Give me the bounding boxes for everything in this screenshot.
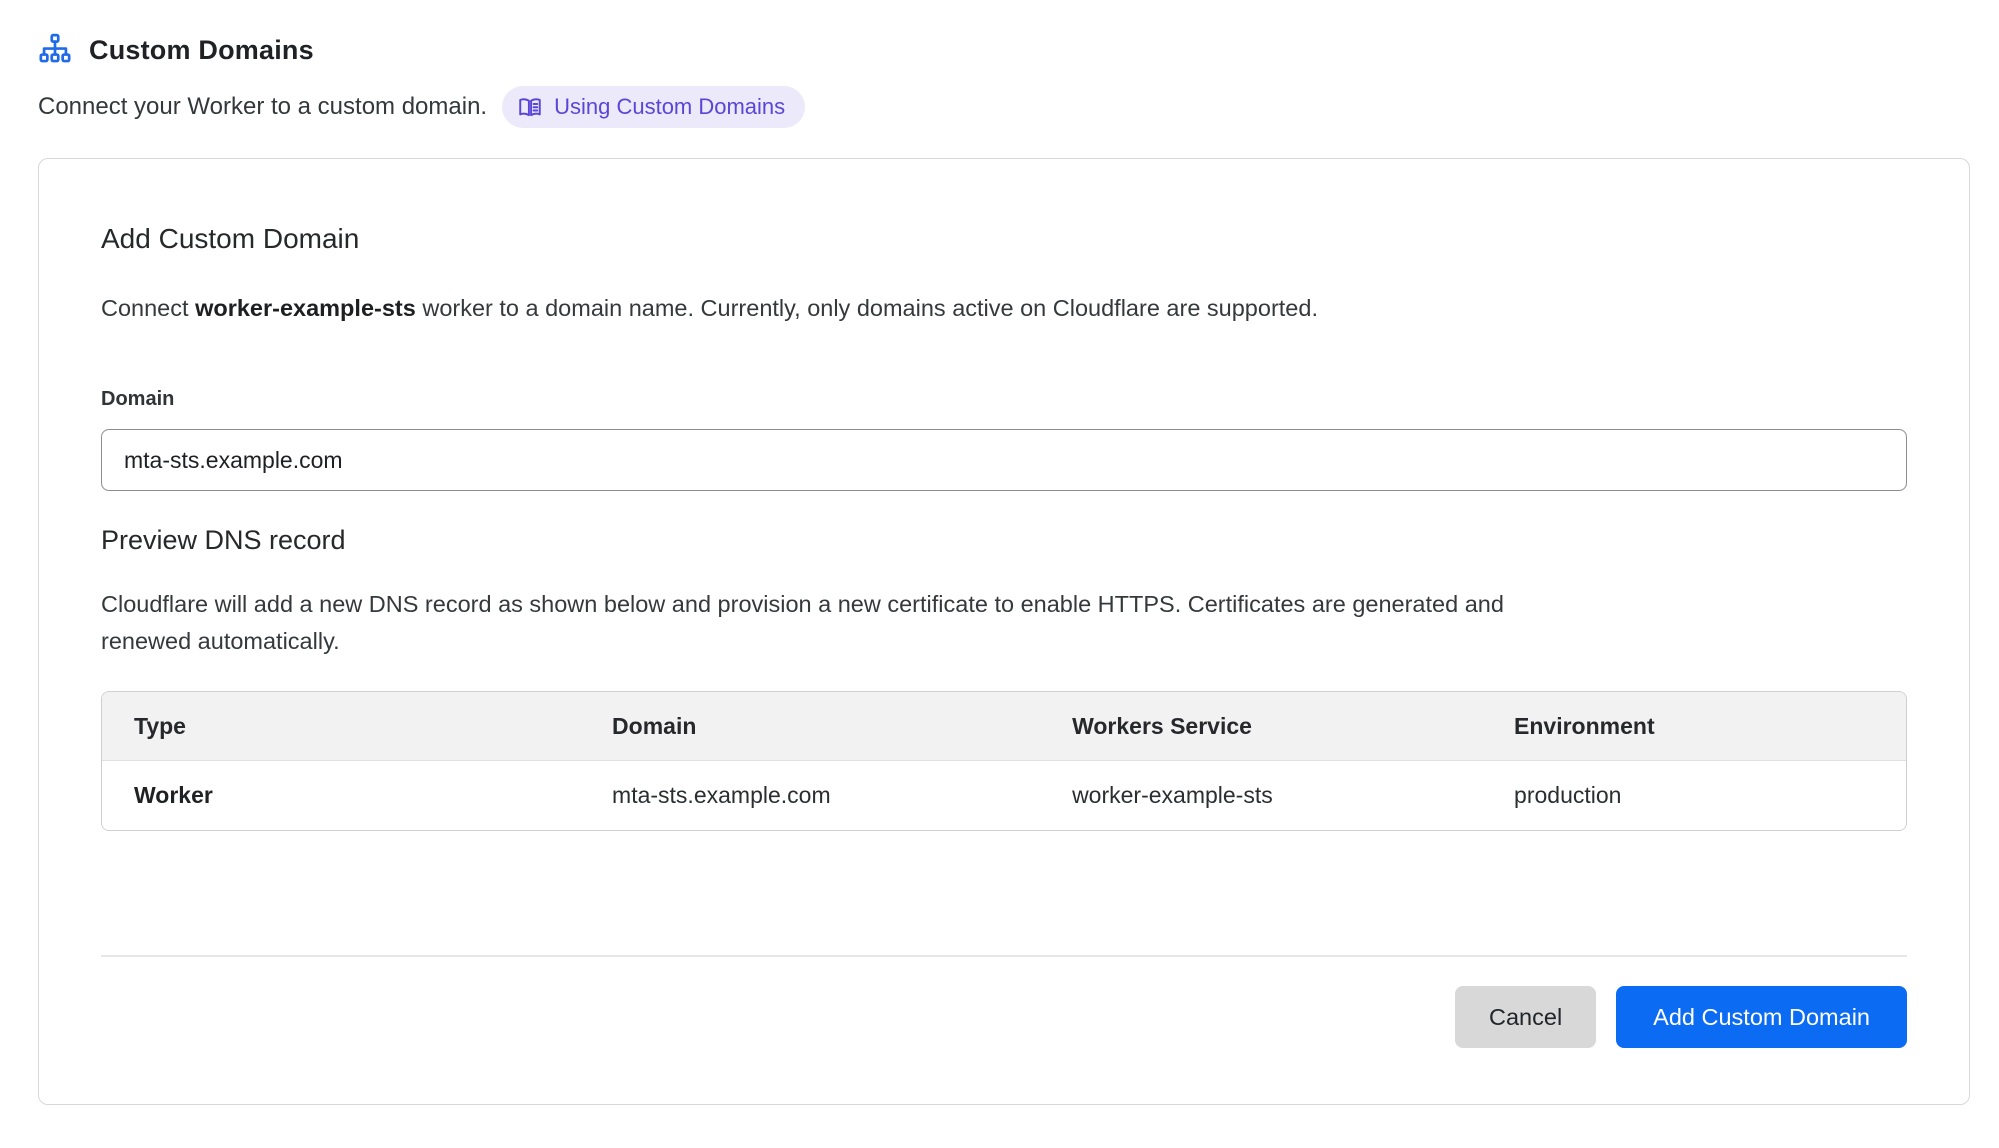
dns-preview-table: Type Domain Workers Service Environment … xyxy=(101,691,1907,831)
add-custom-domain-button[interactable]: Add Custom Domain xyxy=(1616,986,1907,1048)
add-custom-domain-card: Add Custom Domain Connect worker-example… xyxy=(38,158,1970,1105)
worker-name: worker-example-sts xyxy=(195,295,416,321)
page-title: Custom Domains xyxy=(89,35,314,66)
cancel-button[interactable]: Cancel xyxy=(1455,986,1596,1048)
table-header-environment: Environment xyxy=(1482,713,1906,740)
open-book-icon xyxy=(517,94,543,120)
domain-field-label: Domain xyxy=(101,388,1907,411)
intro-suffix: worker to a domain name. Currently, only… xyxy=(416,295,1318,321)
intro-prefix: Connect xyxy=(101,295,195,321)
page-header: Custom Domains xyxy=(38,33,1971,67)
table-header-workers-service: Workers Service xyxy=(1040,713,1482,740)
cell-domain: mta-sts.example.com xyxy=(580,782,1040,809)
docs-link-label: Using Custom Domains xyxy=(554,94,785,120)
preview-dns-heading: Preview DNS record xyxy=(101,525,1907,556)
cell-workers-service: worker-example-sts xyxy=(1040,782,1482,809)
sitemap-icon xyxy=(38,33,72,67)
page-subtitle: Connect your Worker to a custom domain. xyxy=(38,93,487,121)
cell-environment: production xyxy=(1482,782,1906,809)
table-header-type: Type xyxy=(102,713,580,740)
page-subheader: Connect your Worker to a custom domain. … xyxy=(38,86,1971,128)
table-header-row: Type Domain Workers Service Environment xyxy=(102,692,1906,761)
table-row: Worker mta-sts.example.com worker-exampl… xyxy=(102,761,1906,830)
preview-dns-description: Cloudflare will add a new DNS record as … xyxy=(101,586,1591,660)
card-heading: Add Custom Domain xyxy=(101,223,1907,255)
docs-link-using-custom-domains[interactable]: Using Custom Domains xyxy=(502,86,805,128)
card-actions: Cancel Add Custom Domain xyxy=(101,986,1907,1048)
custom-domains-page: Custom Domains Connect your Worker to a … xyxy=(0,0,1999,1105)
card-intro: Connect worker-example-sts worker to a d… xyxy=(101,292,1907,324)
cell-type: Worker xyxy=(102,782,580,809)
domain-input[interactable] xyxy=(101,429,1907,491)
table-header-domain: Domain xyxy=(580,713,1040,740)
footer-divider xyxy=(101,955,1907,957)
